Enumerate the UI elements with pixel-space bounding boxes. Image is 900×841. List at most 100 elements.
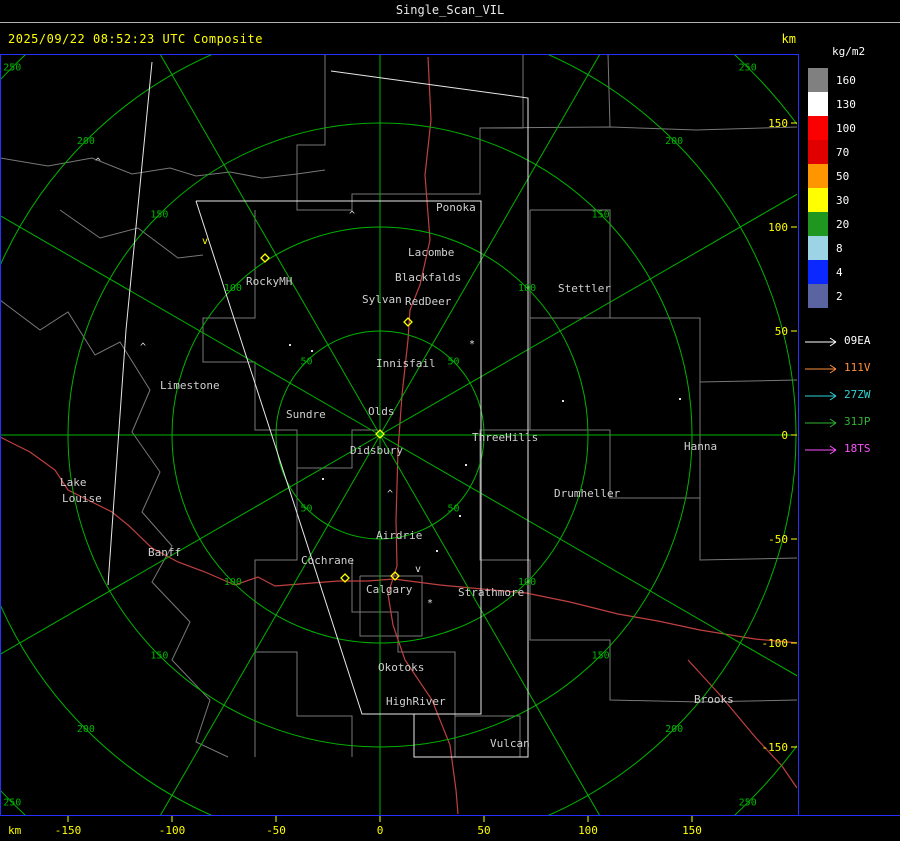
bottom-axis-unit-label: km (8, 824, 22, 837)
color-scale-value: 4 (836, 266, 843, 279)
map-vee-marker: v (415, 564, 421, 575)
right-axis-tick-label: 100 (768, 221, 788, 234)
color-scale-value: 20 (836, 218, 850, 231)
ring-range-label: 250 (3, 798, 21, 809)
map-asterisk-marker: * (427, 598, 433, 609)
city-label: ThreeHills (472, 431, 538, 444)
color-scale-swatch (808, 164, 828, 188)
radar-arrow-icon (805, 337, 837, 347)
city-label: Innisfail (376, 357, 436, 370)
right-axis-tick-label: 50 (775, 325, 788, 338)
city-label: Vulcan (490, 737, 530, 750)
city-label: Lake (60, 476, 87, 489)
color-scale-swatch (808, 188, 828, 212)
map-asterisk-marker: * (469, 339, 475, 350)
radar-legend-row: 27ZW (800, 382, 900, 409)
radar-id-label: 27ZW (844, 388, 871, 401)
city-label: HighRiver (386, 695, 446, 708)
city-label: Drumheller (554, 487, 621, 500)
city-label: Hanna (684, 440, 717, 453)
radar-site-legend: 09EA 111V 27ZW 31JP 18TS (800, 328, 900, 463)
ring-range-label: 100 (224, 577, 242, 588)
map-dot-marker (436, 550, 438, 552)
city-label: Lacombe (408, 246, 454, 259)
color-scale-row: 2 (800, 284, 900, 308)
radar-legend-row: 18TS (800, 436, 900, 463)
color-scale-swatch (808, 68, 828, 92)
ring-range-label: 150 (592, 651, 610, 662)
city-label: Olds (368, 405, 395, 418)
radar-legend-row: 09EA (800, 328, 900, 355)
radar-id-label: 09EA (844, 334, 871, 347)
bottom-axis-tick-label: -100 (159, 824, 186, 837)
color-scale-value: 50 (836, 170, 850, 183)
color-scale-row: 20 (800, 212, 900, 236)
color-scale-row: 130 (800, 92, 900, 116)
right-axis-unit-label: km (781, 32, 796, 46)
color-scale-swatch (808, 284, 828, 308)
color-scale-swatch (808, 212, 828, 236)
map-background (0, 54, 900, 841)
color-scale-row: 4 (800, 260, 900, 284)
ring-range-label: 200 (77, 724, 95, 735)
city-label: Cochrane (301, 554, 354, 567)
color-scale-value: 70 (836, 146, 850, 159)
bottom-axis-tick-label: -150 (55, 824, 82, 837)
city-label: Sylvan (362, 293, 402, 306)
window-title: Single_Scan_VIL (395, 3, 505, 17)
city-label: Brooks (694, 693, 734, 706)
color-scale-row: 70 (800, 140, 900, 164)
color-scale-value: 100 (836, 122, 856, 135)
right-axis-tick-label: 150 (768, 117, 788, 130)
ring-range-label: 150 (150, 651, 168, 662)
radar-id-label: 31JP (844, 415, 871, 428)
radar-map[interactable]: 5010015020025050100150200250501001502002… (0, 54, 900, 841)
color-scale-row: 100 (800, 116, 900, 140)
ring-range-label: 50 (300, 356, 312, 367)
right-axis-tick-label: -50 (768, 533, 788, 546)
radar-legend-row: 111V (800, 355, 900, 382)
title-divider (0, 22, 900, 23)
map-dot-marker (289, 344, 291, 346)
color-scale-value: 8 (836, 242, 843, 255)
ring-range-label: 50 (448, 504, 460, 515)
city-label: Calgary (366, 583, 413, 596)
map-dot-marker (465, 464, 467, 466)
city-label: Banff (148, 546, 181, 559)
radar-arrow-icon (805, 391, 837, 401)
map-caret-marker: ^ (95, 157, 101, 168)
titlebar: Single_Scan_VIL (0, 0, 900, 22)
radar-id-label: 18TS (844, 442, 871, 455)
color-scale-swatch (808, 260, 828, 284)
map-dot-marker (311, 350, 313, 352)
color-scale-swatch (808, 116, 828, 140)
map-dot-marker (679, 398, 681, 400)
ring-range-label: 250 (3, 62, 21, 73)
ring-range-label: 250 (739, 62, 757, 73)
ring-range-label: 50 (448, 356, 460, 367)
ring-range-label: 200 (665, 136, 683, 147)
map-dot-marker (322, 478, 324, 480)
color-scale-row: 8 (800, 236, 900, 260)
city-label: Okotoks (378, 661, 424, 674)
bottom-axis-tick-label: 100 (578, 824, 598, 837)
legend-unit-label: kg/m2 (832, 45, 866, 58)
radar-id-label: 111V (844, 361, 871, 374)
right-axis-tick-label: -100 (762, 637, 789, 650)
right-axis-tick-label: 0 (781, 429, 788, 442)
color-scale-value: 30 (836, 194, 850, 207)
radar-legend-row: 31JP (800, 409, 900, 436)
city-label: Airdrie (376, 529, 422, 542)
radar-arrow-icon (805, 445, 837, 455)
radar-arrow-icon (805, 418, 837, 428)
ring-range-label: 50 (300, 504, 312, 515)
city-label: Strathmore (458, 586, 524, 599)
city-label: Sundre (286, 408, 326, 421)
city-label: RockyMH (246, 275, 292, 288)
color-scale-swatch (808, 236, 828, 260)
ring-range-label: 150 (150, 209, 168, 220)
color-scale-value: 160 (836, 74, 856, 87)
color-scale-swatch (808, 92, 828, 116)
color-scale-row: 50 (800, 164, 900, 188)
legend-panel: kg/m2 160 130 100 70 50 30 20 8 4 2 09EA 111V 27ZW 3… (800, 23, 900, 463)
